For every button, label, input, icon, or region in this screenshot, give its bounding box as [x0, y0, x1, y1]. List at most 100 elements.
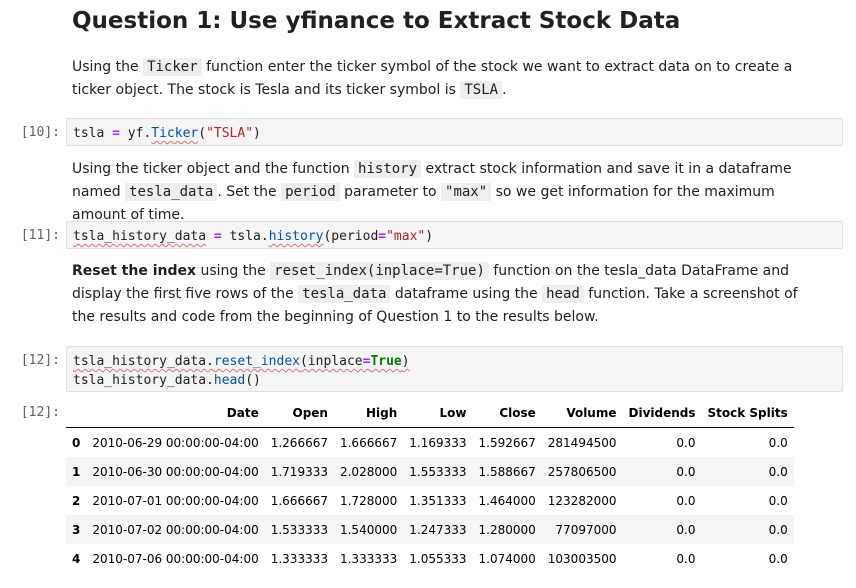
- row-index: 2: [72, 493, 81, 508]
- input-prompt: [11]:: [20, 228, 60, 243]
- code-cell-12[interactable]: tsla_history_data.reset_index(inplace=Tr…: [66, 346, 843, 392]
- row-index: 1: [72, 464, 81, 479]
- md-bold-text: Reset the index: [72, 263, 197, 279]
- table-cell: 1.592667: [478, 435, 536, 450]
- code-token: yf.: [119, 126, 152, 141]
- column-header: Open: [264, 398, 334, 428]
- table-cell: 2010-07-01 00:00:00-04:00: [92, 493, 259, 508]
- table-cell: 77097000: [555, 522, 617, 537]
- table-cell: 2010-07-06 00:00:00-04:00: [92, 551, 259, 566]
- table-cell: 0.0: [676, 522, 696, 537]
- row-index: 4: [72, 551, 81, 566]
- table-cell: 1.464000: [478, 493, 536, 508]
- code-token: (: [198, 126, 207, 141]
- code-token: ): [425, 229, 434, 244]
- md-text: dataframe using the: [390, 286, 543, 302]
- index-header: [66, 398, 87, 428]
- column-header: Stock Splits: [701, 398, 794, 428]
- table-cell: 0.0: [676, 435, 696, 450]
- inline-code: Ticker: [143, 58, 202, 76]
- inline-code: tesla_data: [125, 183, 218, 201]
- table-row: 1 2010-06-30 00:00:00-04:00 1.719333 2.0…: [66, 457, 794, 486]
- table-cell: 2010-06-29 00:00:00-04:00: [92, 435, 259, 450]
- column-header: Dividends: [622, 398, 702, 428]
- code-function: reset_index: [213, 354, 300, 369]
- inline-code: period: [281, 183, 340, 201]
- inline-code: "max": [441, 183, 492, 201]
- table-cell: 2.028000: [339, 464, 398, 479]
- input-prompt: [10]:: [20, 125, 60, 140]
- inline-code: history: [354, 160, 422, 178]
- code-token: tsla_history_data.: [73, 373, 214, 388]
- code-token: (inplace: [299, 354, 363, 369]
- table-cell: 0.0: [768, 522, 788, 537]
- inline-code: TSLA: [460, 81, 503, 99]
- table-cell: 1.666667: [339, 435, 398, 450]
- code-operator: =: [112, 126, 120, 141]
- table-cell: 1.074000: [478, 551, 536, 566]
- table-cell: 1.333333: [339, 551, 398, 566]
- md-text: Using the: [72, 59, 144, 75]
- code-cell-10[interactable]: tsla = yf.Ticker("TSLA"): [66, 118, 843, 146]
- table-cell: 1.169333: [409, 435, 467, 450]
- code-token: tsla.: [221, 229, 269, 244]
- markdown-cell-history[interactable]: Using the ticker object and the function…: [72, 158, 822, 227]
- table-cell: 0.0: [768, 551, 788, 566]
- table-row: 4 2010-07-06 00:00:00-04:00 1.333333 1.3…: [66, 544, 794, 573]
- md-text: parameter to: [339, 184, 442, 200]
- table-cell: 1.728000: [339, 493, 398, 508]
- row-index: 0: [72, 435, 81, 450]
- table-cell: 1.719333: [270, 464, 328, 479]
- code-string: "max": [386, 229, 426, 244]
- code-cell-11[interactable]: tsla_history_data = tsla.history(period=…: [66, 221, 843, 249]
- markdown-cell-reset-index[interactable]: Reset the index using the reset_index(in…: [72, 260, 822, 329]
- table-cell: 0.0: [676, 493, 696, 508]
- table-cell: 1.553333: [409, 464, 467, 479]
- markdown-cell-intro[interactable]: Using the Ticker function enter the tick…: [72, 56, 822, 102]
- code-keyword: True: [370, 354, 402, 369]
- table-row: 2 2010-07-01 00:00:00-04:00 1.666667 1.7…: [66, 486, 794, 515]
- table-cell: 103003500: [547, 551, 617, 566]
- table-cell: 1.333333: [270, 551, 328, 566]
- table-cell: 0.0: [768, 464, 788, 479]
- inline-code: head: [542, 285, 584, 303]
- column-header: Close: [472, 398, 542, 428]
- code-function: head: [213, 373, 246, 388]
- table-cell: 0.0: [768, 435, 788, 450]
- column-header: Date: [86, 398, 265, 428]
- table-cell: 0.0: [676, 464, 696, 479]
- column-header: Volume: [541, 398, 623, 428]
- code-token: tsla_history_data.: [73, 354, 214, 369]
- code-operator: =: [213, 229, 222, 244]
- table-cell: 1.588667: [478, 464, 536, 479]
- md-text: .: [502, 82, 507, 98]
- column-header: High: [333, 398, 404, 428]
- input-prompt: [12]:: [20, 353, 60, 368]
- table-cell: 1.666667: [270, 493, 328, 508]
- table-cell: 1.247333: [409, 522, 467, 537]
- md-text: . Set the: [217, 184, 282, 200]
- table-row: 0 2010-06-29 00:00:00-04:00 1.266667 1.6…: [66, 428, 794, 458]
- table-cell: 0.0: [768, 493, 788, 508]
- code-function: Ticker: [151, 126, 199, 141]
- table-cell: 1.351333: [409, 493, 467, 508]
- code-function: history: [268, 229, 324, 244]
- code-token: ): [253, 126, 261, 141]
- table-header-row: Date Open High Low Close Volume Dividend…: [66, 398, 794, 428]
- code-operator: =: [378, 229, 387, 244]
- table-cell: 1.280000: [478, 522, 536, 537]
- table-cell: 1.533333: [270, 522, 328, 537]
- code-string: "TSLA": [206, 126, 254, 141]
- code-token: (): [245, 373, 261, 388]
- table-cell: 2010-06-30 00:00:00-04:00: [92, 464, 259, 479]
- table-cell: 0.0: [676, 551, 696, 566]
- code-token: tsla_history_data: [73, 229, 207, 244]
- md-text: using the: [196, 263, 271, 279]
- table-row: 3 2010-07-02 00:00:00-04:00 1.533333 1.5…: [66, 515, 794, 544]
- dataframe-output: Date Open High Low Close Volume Dividend…: [66, 398, 794, 573]
- table-cell: 1.055333: [409, 551, 467, 566]
- code-token: tsla: [73, 126, 113, 141]
- table-cell: 257806500: [547, 464, 617, 479]
- inline-code: tesla_data: [298, 285, 391, 303]
